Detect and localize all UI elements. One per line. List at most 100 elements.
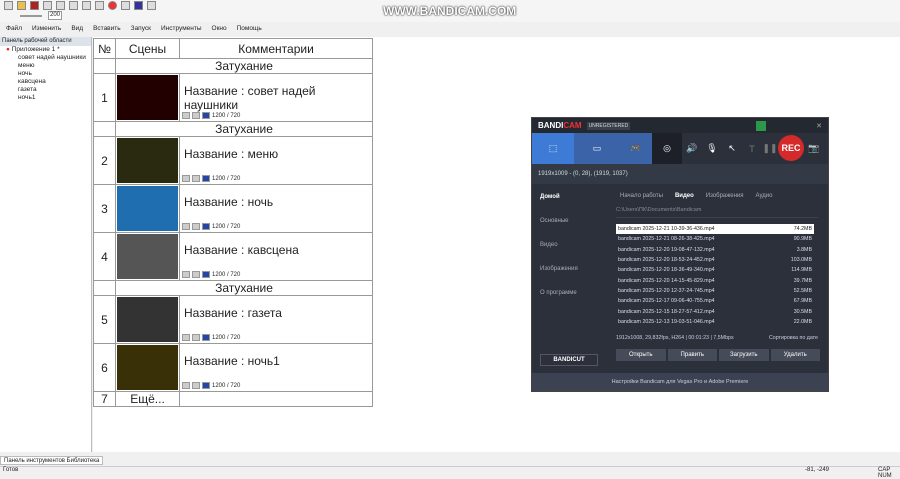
- keys-status: CAP NUM: [878, 467, 892, 479]
- tree-item[interactable]: газета: [0, 86, 91, 94]
- speaker-icon[interactable]: 🔊: [682, 133, 702, 164]
- workspace-panel: Панель рабочей области ● Приложение 1 * …: [0, 37, 92, 452]
- header-number: №: [93, 38, 116, 59]
- file-item[interactable]: bandicam 2025-12-20 12-37-24-745.mp4 52.5…: [616, 286, 814, 296]
- rec-button[interactable]: REC: [778, 135, 804, 161]
- table-row[interactable]: 6 Название : ночь1 1200 / 720: [93, 343, 373, 392]
- transition-label[interactable]: Затухание: [115, 280, 373, 296]
- row-number: 3: [93, 184, 116, 233]
- table-row[interactable]: 1 Название : совет надей наушники 1200 / 7…: [93, 73, 373, 122]
- file-item[interactable]: bandicam 2025-12-17 09-06-40-755.mp4 67.9…: [616, 296, 814, 306]
- scene-resolution: 1200 / 720: [182, 175, 240, 182]
- table-row[interactable]: 5 Название : газета 1200 / 720: [93, 295, 373, 344]
- scene-name: Название : ночь1: [184, 354, 280, 368]
- menu-tools[interactable]: Инструменты: [161, 25, 202, 32]
- side-images[interactable]: Изображения: [532, 257, 608, 281]
- tree-root[interactable]: ● Приложение 1 *: [0, 46, 91, 54]
- file-item[interactable]: bandicam 2025-12-20 14-15-45-829.mp4 39.7…: [616, 275, 814, 285]
- side-video[interactable]: Видео: [532, 233, 608, 257]
- sort-option[interactable]: Сортировка по дате: [769, 335, 818, 341]
- scene-name: Название : кавсцена: [184, 243, 299, 257]
- game-mode-button[interactable]: 🎮: [620, 133, 652, 164]
- scene-resolution: 1200 / 720: [182, 334, 240, 341]
- upload-button[interactable]: Загрузить: [719, 348, 769, 361]
- cursor-icon[interactable]: ↖: [722, 133, 742, 164]
- menu-window[interactable]: Окно: [212, 25, 227, 32]
- unregistered-badge: UNREGISTERED: [586, 121, 631, 130]
- header-scenes: Сцены: [115, 38, 180, 59]
- file-item[interactable]: bandicam 2025-12-21 10-39-36-436.mp4 74.2…: [616, 224, 814, 235]
- tree-item[interactable]: совет надей наушники: [0, 54, 91, 62]
- camera-icon[interactable]: 📷: [804, 133, 824, 164]
- edit-button[interactable]: Править: [667, 348, 717, 361]
- bandicam-window: BANDICAM UNREGISTERED ✕ ⬚ ▭ 🎮 ◎ 🔊 🎙 ↖ T ❚…: [531, 117, 829, 392]
- output-path[interactable]: C:\Users\ПК\Documents\Bandicam: [616, 207, 818, 218]
- pause-icon[interactable]: ❚❚: [762, 133, 778, 164]
- table-row[interactable]: 3 Название : ночь 1200 / 720: [93, 184, 373, 233]
- scene-thumbnail[interactable]: [117, 75, 178, 120]
- webcam-icon[interactable]: ◎: [652, 133, 682, 164]
- tree-item[interactable]: ночь: [0, 70, 91, 78]
- zoom-value-input[interactable]: 200: [48, 11, 62, 20]
- text-icon[interactable]: T: [742, 133, 762, 164]
- lock-icon[interactable]: [756, 120, 767, 131]
- transition-label[interactable]: Затухание: [115, 58, 373, 74]
- tree-root-label: Приложение 1 *: [11, 46, 60, 53]
- file-item[interactable]: bandicam 2025-12-20 18-36-49-340.mp4 114.…: [616, 265, 814, 275]
- tree-item[interactable]: кавсцена: [0, 78, 91, 86]
- bandicam-logo: BANDICAM: [538, 121, 582, 130]
- tab-start[interactable]: Начало работы: [620, 193, 663, 199]
- delete-button[interactable]: Удалить: [770, 348, 820, 361]
- file-item[interactable]: bandicam 2025-12-13 19-03-51-046.mp4 22.0…: [616, 317, 814, 327]
- scene-thumbnail[interactable]: [117, 138, 178, 183]
- scene-name: Название : меню: [184, 147, 279, 161]
- scene-thumbnail[interactable]: [117, 345, 178, 390]
- side-home[interactable]: Домой: [532, 185, 608, 209]
- menu-view[interactable]: Вид: [71, 25, 83, 32]
- menu-insert[interactable]: Вставить: [93, 25, 121, 32]
- status-bar: Готов -81, -249 CAP NUM: [0, 466, 900, 479]
- screen-mode-button[interactable]: ⬚: [532, 133, 574, 164]
- menu-file[interactable]: Файл: [6, 25, 22, 32]
- table-row[interactable]: 2 Название : меню 1200 / 720: [93, 136, 373, 185]
- file-item[interactable]: bandicam 2025-12-20 18-53-24-452.mp4 103.…: [616, 255, 814, 265]
- tab-video[interactable]: Видео: [675, 193, 694, 199]
- file-meta: 1912x1008, 29,832fps, H264 | 00:01:23 | …: [616, 334, 734, 341]
- scene-thumbnail[interactable]: [117, 186, 178, 231]
- tree-item[interactable]: меню: [0, 62, 91, 70]
- scene-thumbnail[interactable]: [117, 297, 178, 342]
- zoom-slider[interactable]: [20, 15, 42, 17]
- file-item[interactable]: bandicam 2025-12-15 18-27-57-412.mp4 30.5…: [616, 306, 814, 316]
- tab-images[interactable]: Изображения: [706, 193, 744, 199]
- toolbar-icons[interactable]: [2, 1, 158, 10]
- file-item[interactable]: bandicam 2025-12-21 08-26-38-425.mp4 90.9…: [616, 234, 814, 244]
- settings-footer-link[interactable]: Настройки Bandicam для Vegas Pro и Adobe…: [532, 373, 828, 391]
- menu-run[interactable]: Запуск: [131, 25, 151, 32]
- bandicut-button[interactable]: BANDICUT: [540, 354, 598, 366]
- open-button[interactable]: Открыть: [616, 348, 666, 361]
- tree-item[interactable]: ночь1: [0, 94, 91, 102]
- side-general[interactable]: Основные: [532, 209, 608, 233]
- row-number: 6: [93, 343, 116, 392]
- menu-help[interactable]: Помощь: [237, 25, 262, 32]
- row-number: 2: [93, 136, 116, 185]
- watermark: WWW.BANDICAM.COM: [383, 4, 517, 18]
- area-info: 1919x1009 - (0, 28), (1919, 1037): [538, 171, 628, 177]
- scene-resolution: 1200 / 720: [182, 112, 240, 119]
- side-about[interactable]: О программе: [532, 281, 608, 305]
- file-list[interactable]: bandicam 2025-12-21 10-39-36-436.mp4 74.2…: [616, 224, 814, 327]
- more-scenes[interactable]: Ещё...: [115, 391, 180, 407]
- scene-name: Название : совет надей наушники: [184, 84, 316, 112]
- tab-audio[interactable]: Аудио: [756, 193, 773, 199]
- scene-thumbnail[interactable]: [117, 234, 178, 279]
- file-item[interactable]: bandicam 2025-12-20 19-08-47-132.mp4 3.8M…: [616, 245, 814, 255]
- mic-icon[interactable]: 🎙: [702, 133, 722, 164]
- bottom-tabs[interactable]: Панель инструментов Библиотека: [0, 456, 104, 465]
- fullscreen-mode-button[interactable]: ▭: [574, 133, 620, 164]
- transition-label[interactable]: Затухание: [115, 121, 373, 137]
- table-row[interactable]: 4 Название : кавсцена 1200 / 720: [93, 232, 373, 281]
- menu-edit[interactable]: Изменить: [32, 25, 61, 32]
- scene-resolution: 1200 / 720: [182, 223, 240, 230]
- close-icon[interactable]: ✕: [816, 122, 822, 130]
- panel-title: Панель рабочей области: [0, 37, 91, 46]
